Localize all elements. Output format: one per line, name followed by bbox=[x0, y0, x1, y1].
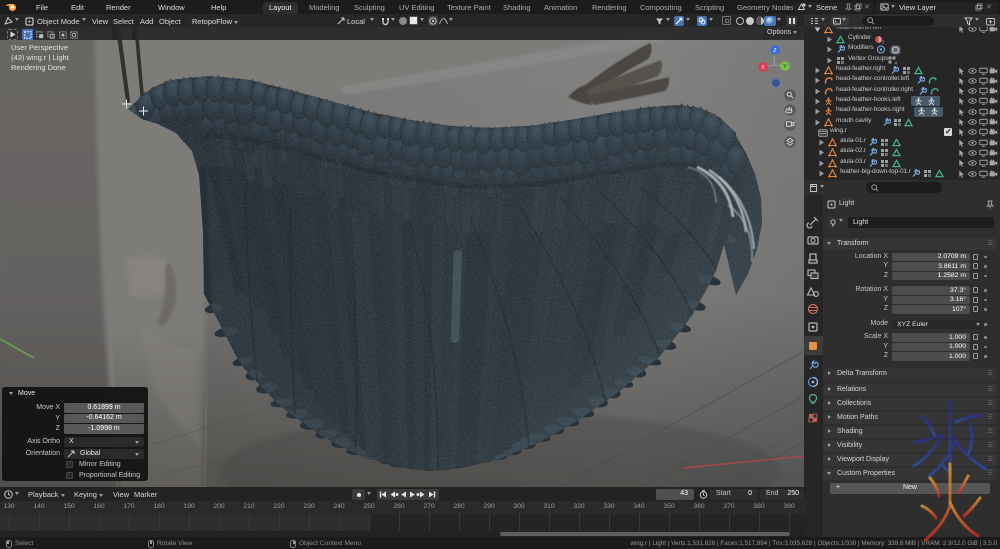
svg-text:4: 4 bbox=[895, 60, 898, 64]
svg-text:X: X bbox=[761, 65, 765, 71]
svg-text:Rendering Done: Rendering Done bbox=[11, 63, 66, 72]
svg-text:Z: Z bbox=[773, 48, 776, 54]
svg-text:User Perspective: User Perspective bbox=[11, 43, 68, 52]
svg-text:Y: Y bbox=[783, 64, 787, 70]
svg-text:3: 3 bbox=[882, 40, 884, 44]
svg-text:(43) wing.r | Light: (43) wing.r | Light bbox=[11, 53, 70, 62]
